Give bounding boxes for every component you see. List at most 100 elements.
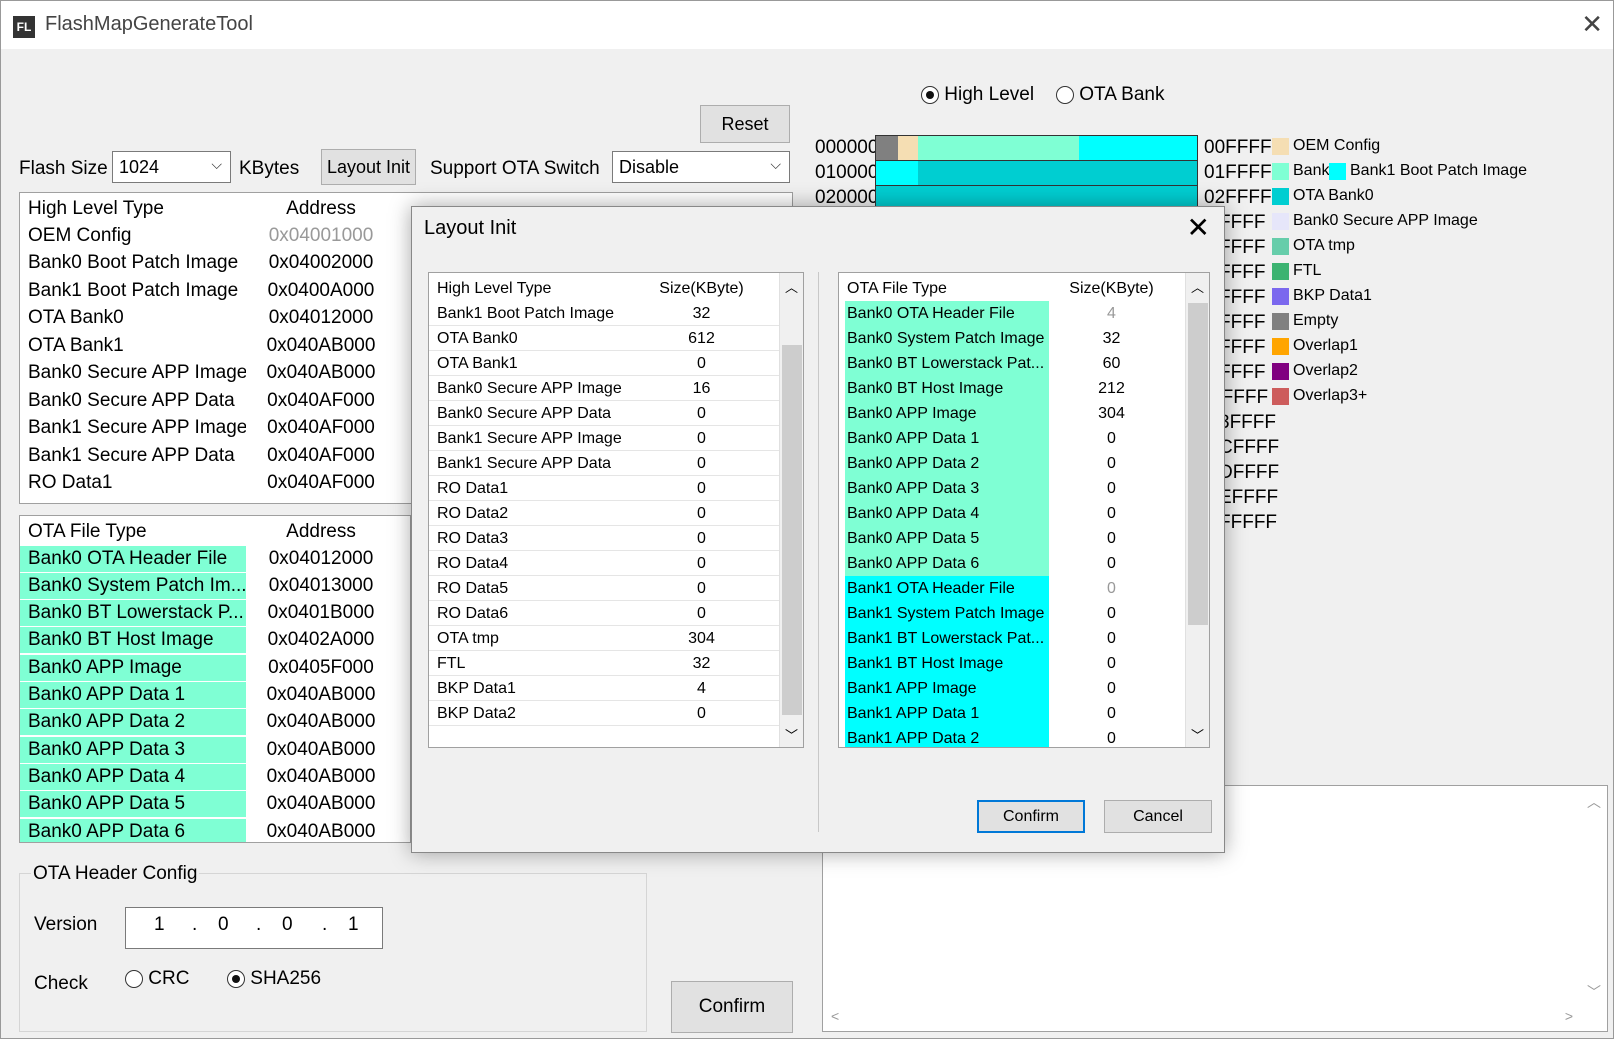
table-row[interactable]: Bank0 APP Data 6 0x040AB000 xyxy=(20,818,396,842)
table-row[interactable]: Bank0 Boot Patch Image 0x04002000 xyxy=(20,250,396,277)
list-item[interactable]: RO Data3 0 xyxy=(429,526,764,551)
table-row[interactable]: Bank0 System Patch Im... 0x04013000 xyxy=(20,572,396,599)
list-item[interactable]: Bank1 Secure APP Data 0 xyxy=(429,451,764,476)
table-row[interactable]: RO Data1 0x040AF000 xyxy=(20,470,396,497)
item-size[interactable]: 0 xyxy=(639,430,764,448)
table-row[interactable]: OEM Config 0x04001000 xyxy=(20,222,396,249)
close-icon[interactable]: ✕ xyxy=(1581,9,1603,40)
dialog-confirm-button[interactable]: Confirm xyxy=(977,800,1085,833)
ota-file-table[interactable]: OTA File Type Address Bank0 OTA Header F… xyxy=(19,515,411,843)
dialog-cancel-button[interactable]: Cancel xyxy=(1104,800,1212,833)
version-part-1[interactable]: 1 xyxy=(154,914,165,936)
item-size[interactable]: 304 xyxy=(1049,405,1174,423)
list-item[interactable]: Bank1 OTA Header File 0 xyxy=(839,576,1174,601)
item-size[interactable]: 60 xyxy=(1049,355,1174,373)
list-item[interactable]: Bank1 APP Data 10 xyxy=(839,701,1174,726)
high-level-radio[interactable]: High Level xyxy=(921,84,1034,106)
table-row[interactable]: Bank0 Secure APP Data 0x040AF000 xyxy=(20,387,396,414)
item-size[interactable]: 0 xyxy=(639,455,764,473)
list-item[interactable]: Bank0 Secure APP Data 0 xyxy=(429,401,764,426)
item-size[interactable]: 32 xyxy=(639,655,764,673)
scroll-down-icon[interactable]: ﹀ xyxy=(785,725,798,744)
version-input[interactable]: 1 . 0 . 0 . 1 xyxy=(125,907,383,949)
list-item[interactable]: OTA tmp 304 xyxy=(429,626,764,651)
list-item[interactable]: FTL 32 xyxy=(429,651,764,676)
table-row[interactable]: Bank0 Secure APP Image 0x040AB000 xyxy=(20,360,396,387)
item-size[interactable]: 0 xyxy=(1049,705,1174,723)
vertical-scrollbar[interactable]: ︿ ﹀ xyxy=(779,273,803,747)
table-row[interactable]: Bank1 Secure APP Image 0x040AF000 xyxy=(20,415,396,442)
table-row[interactable]: Bank1 Secure APP Data 0x040AF000 xyxy=(20,442,396,469)
list-item[interactable]: RO Data5 0 xyxy=(429,576,764,601)
list-item[interactable]: RO Data6 0 xyxy=(429,601,764,626)
close-icon[interactable]: ✕ xyxy=(1187,211,1210,244)
item-size[interactable]: 0 xyxy=(1049,630,1174,648)
item-size[interactable]: 0 xyxy=(639,705,764,723)
confirm-button[interactable]: Confirm xyxy=(671,981,793,1033)
scroll-left-icon[interactable]: < xyxy=(831,1008,839,1024)
list-item[interactable]: Bank1 BT Lowerstack Pat... 0 xyxy=(839,626,1174,651)
table-row[interactable]: Bank0 APP Data 1 0x040AB000 xyxy=(20,682,396,709)
item-size[interactable]: 0 xyxy=(639,530,764,548)
table-row[interactable]: Bank0 APP Data 4 0x040AB000 xyxy=(20,763,396,790)
list-item[interactable]: Bank1 APP Data 20 xyxy=(839,726,1174,748)
ota-switch-select[interactable]: Disable ⌵ xyxy=(612,151,790,183)
list-item[interactable]: Bank0 APP Data 30 xyxy=(839,476,1174,501)
item-size[interactable]: 212 xyxy=(1049,380,1174,398)
sha256-radio[interactable]: SHA256 xyxy=(227,968,321,990)
item-size[interactable]: 0 xyxy=(1049,430,1174,448)
item-size[interactable]: 0 xyxy=(1049,605,1174,623)
list-item[interactable]: Bank0 Secure APP Image 16 xyxy=(429,376,764,401)
item-size[interactable]: 0 xyxy=(639,580,764,598)
item-size[interactable]: 0 xyxy=(639,355,764,373)
scroll-up-icon[interactable]: ︿ xyxy=(785,277,798,296)
table-row[interactable]: Bank1 Boot Patch Image 0x0400A000 xyxy=(20,277,396,304)
list-item[interactable]: Bank0 OTA Header File 4 xyxy=(839,301,1174,326)
table-row[interactable]: Bank0 BT Host Image 0x0402A000 xyxy=(20,627,396,654)
list-item[interactable]: BKP Data1 4 xyxy=(429,676,764,701)
flash-map-bar[interactable] xyxy=(875,135,1198,210)
list-item[interactable]: OTA Bank1 0 xyxy=(429,351,764,376)
list-item[interactable]: Bank0 APP Data 60 xyxy=(839,551,1174,576)
item-size[interactable]: 0 xyxy=(1049,530,1174,548)
list-item[interactable]: Bank0 BT Lowerstack Pat... 60 xyxy=(839,351,1174,376)
list-item[interactable]: Bank0 APP Image 304 xyxy=(839,401,1174,426)
list-item[interactable]: Bank0 System Patch Image 32 xyxy=(839,326,1174,351)
table-row[interactable]: Bank0 OTA Header File 0x04012000 xyxy=(20,545,396,572)
item-size[interactable]: 0 xyxy=(1049,655,1174,673)
item-size[interactable]: 0 xyxy=(1049,580,1174,598)
table-row[interactable]: Bank0 APP Data 2 0x040AB000 xyxy=(20,709,396,736)
item-size[interactable]: 0 xyxy=(639,405,764,423)
table-row[interactable]: OTA Bank0 0x04012000 xyxy=(20,305,396,332)
item-size[interactable]: 0 xyxy=(1049,555,1174,573)
flash-size-select[interactable]: 1024 ⌵ xyxy=(112,151,231,183)
ota-file-size-list[interactable]: OTA File Type Size(KByte) Bank0 OTA Head… xyxy=(838,272,1210,748)
list-item[interactable]: Bank0 APP Data 40 xyxy=(839,501,1174,526)
item-size[interactable]: 0 xyxy=(639,480,764,498)
list-item[interactable]: Bank1 BT Host Image 0 xyxy=(839,651,1174,676)
list-item[interactable]: Bank0 BT Host Image 212 xyxy=(839,376,1174,401)
vertical-scrollbar[interactable]: ︿ ﹀ xyxy=(1185,273,1209,747)
item-size[interactable]: 0 xyxy=(1049,480,1174,498)
item-size[interactable]: 32 xyxy=(639,305,764,323)
item-size[interactable]: 4 xyxy=(1049,305,1174,323)
list-item[interactable]: Bank1 Boot Patch Image 32 xyxy=(429,301,764,326)
table-row[interactable]: Bank0 APP Data 5 0x040AB000 xyxy=(20,791,396,818)
item-size[interactable]: 0 xyxy=(1049,680,1174,698)
item-size[interactable]: 0 xyxy=(1049,505,1174,523)
list-item[interactable]: OTA Bank0 612 xyxy=(429,326,764,351)
table-row[interactable]: Bank0 APP Image 0x0405F000 xyxy=(20,654,396,681)
scroll-thumb[interactable] xyxy=(1188,303,1208,625)
scroll-down-icon[interactable]: ﹀ xyxy=(1191,725,1204,744)
item-size[interactable]: 16 xyxy=(639,380,764,398)
scroll-up-icon[interactable]: ︿ xyxy=(1587,792,1601,812)
item-size[interactable]: 32 xyxy=(1049,330,1174,348)
version-part-3[interactable]: 0 xyxy=(282,914,293,936)
item-size[interactable]: 0 xyxy=(1049,730,1174,748)
item-size[interactable]: 304 xyxy=(639,630,764,648)
scroll-right-icon[interactable]: > xyxy=(1565,1008,1573,1024)
list-item[interactable]: Bank1 APP Image 0 xyxy=(839,676,1174,701)
table-row[interactable]: Bank0 APP Data 3 0x040AB000 xyxy=(20,736,396,763)
list-item[interactable]: Bank1 Secure APP Image 0 xyxy=(429,426,764,451)
list-item[interactable]: Bank0 APP Data 10 xyxy=(839,426,1174,451)
